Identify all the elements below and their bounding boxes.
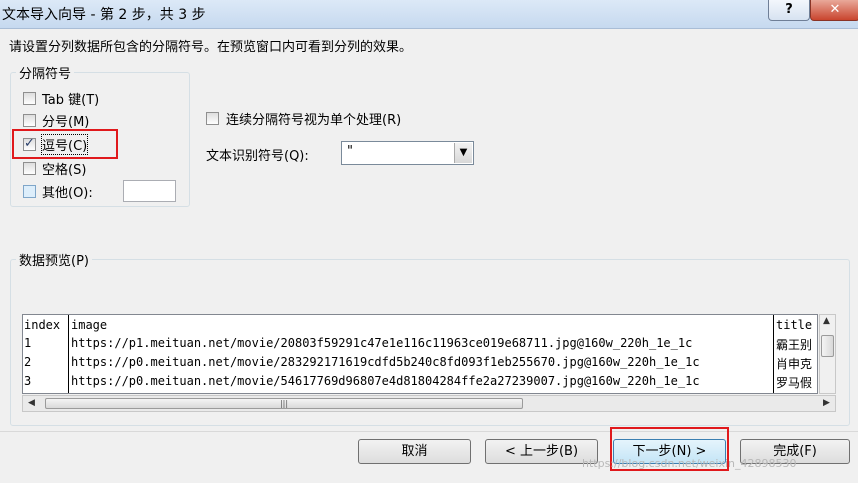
- scroll-up-icon[interactable]: ▲: [823, 316, 830, 326]
- close-button[interactable]: ✕: [810, 0, 858, 21]
- comma-checkbox[interactable]: [23, 136, 36, 151]
- semicolon-checkbox[interactable]: [23, 114, 36, 127]
- preview-cell: https://p1.meituan.net/movie/20803f59291…: [71, 336, 693, 350]
- preview-cell: https://p0.meituan.net/movie/54617769d96…: [71, 374, 700, 388]
- consecutive-label[interactable]: 连续分隔符号视为单个处理(R): [226, 109, 401, 128]
- tab-checkbox[interactable]: [23, 92, 36, 105]
- help-button[interactable]: ?: [768, 0, 810, 21]
- semicolon-label[interactable]: 分号(M): [42, 111, 89, 130]
- text-qualifier-dropdown[interactable]: " ▼: [341, 141, 474, 165]
- instruction-text: 请设置分列数据所包含的分隔符号。在预览窗口内可看到分列的效果。: [9, 40, 413, 55]
- cancel-button[interactable]: 取消: [358, 439, 471, 464]
- delimiter-group-label: 分隔符号: [19, 67, 72, 82]
- preview-group-label: 数据预览(P): [19, 254, 89, 269]
- preview-cell: 3: [24, 374, 32, 388]
- vertical-scrollbar[interactable]: ▲: [819, 314, 836, 394]
- preview-header-cell: index: [24, 318, 61, 332]
- window-title: 文本导入向导 - 第 2 步，共 3 步: [2, 7, 206, 23]
- preview-cell: 1: [24, 336, 32, 350]
- text-qualifier-value: ": [347, 144, 353, 159]
- preview-header-cell: image: [71, 318, 108, 332]
- text-qualifier-label: 文本识别符号(Q):: [206, 149, 309, 164]
- vertical-scroll-thumb[interactable]: [821, 335, 834, 357]
- chevron-down-icon[interactable]: ▼: [454, 143, 472, 163]
- footer-divider: [0, 431, 858, 432]
- preview-row: 3 https://p0.meituan.net/movie/54617769d…: [23, 374, 817, 392]
- preview-header-cell: title: [776, 318, 813, 332]
- preview-table[interactable]: index image title 1 https://p1.meituan.n…: [22, 314, 818, 394]
- other-label[interactable]: 其他(O):: [42, 182, 93, 201]
- consecutive-checkbox[interactable]: [206, 112, 219, 125]
- preview-cell: https://p0.meituan.net/movie/28329217161…: [71, 355, 700, 369]
- other-checkbox[interactable]: [23, 185, 36, 198]
- preview-cell: 罗马假: [776, 376, 813, 390]
- scroll-right-icon[interactable]: ▶: [823, 398, 830, 408]
- scroll-left-icon[interactable]: ◀: [28, 398, 35, 408]
- tab-label[interactable]: Tab 键(T): [42, 89, 99, 108]
- preview-cell: 肖申克: [776, 357, 813, 371]
- preview-row: 1 https://p1.meituan.net/movie/20803f592…: [23, 336, 817, 354]
- preview-header-row: index image title: [23, 318, 817, 336]
- horizontal-scroll-thumb[interactable]: |||: [45, 398, 523, 409]
- preview-cell: 2: [24, 355, 32, 369]
- preview-cell: 霸王别: [776, 338, 813, 352]
- horizontal-scrollbar[interactable]: ◀ ||| ▶: [22, 395, 836, 412]
- title-bar: 文本导入向导 - 第 2 步，共 3 步 ? ✕: [0, 0, 858, 29]
- watermark: https://blog.csdn.net/weixin_42898530: [582, 457, 797, 470]
- space-label[interactable]: 空格(S): [42, 159, 86, 178]
- preview-row: 2 https://p0.meituan.net/movie/283292171…: [23, 355, 817, 373]
- space-checkbox[interactable]: [23, 162, 36, 175]
- other-delimiter-input[interactable]: [123, 180, 176, 202]
- comma-label[interactable]: 逗号(C): [41, 134, 89, 155]
